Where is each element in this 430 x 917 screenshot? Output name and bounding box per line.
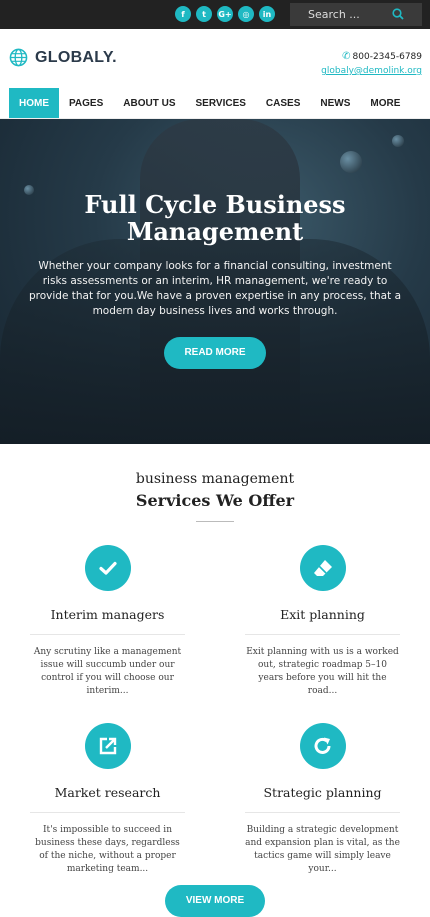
phone-number[interactable]: 800-2345-6789 xyxy=(353,52,422,62)
linkedin-icon[interactable]: in xyxy=(259,6,275,22)
view-more-button[interactable]: VIEW MORE xyxy=(165,885,265,917)
service-icon-circle[interactable] xyxy=(299,545,346,591)
service-card: Strategic planning Building a strategic … xyxy=(215,723,430,901)
service-card: Exit planning Exit planning with us is a… xyxy=(215,545,430,723)
phone-icon: ✆ xyxy=(342,51,351,62)
nav-news[interactable]: NEWS xyxy=(310,88,360,118)
nav-services[interactable]: SERVICES xyxy=(186,88,256,118)
service-divider xyxy=(30,634,185,635)
external-link-icon xyxy=(99,737,116,755)
service-card: Interim managers Any scrutiny like a man… xyxy=(0,545,215,723)
contact-info: ✆ 800-2345-6789 globaly@demolink.org xyxy=(321,51,422,76)
services-subtitle: business management xyxy=(135,471,295,487)
main-nav: HOME PAGES ABOUT US SERVICES CASES NEWS … xyxy=(0,88,430,119)
email-link[interactable]: globaly@demolink.org xyxy=(321,66,422,76)
service-divider xyxy=(245,634,400,635)
google-plus-icon[interactable]: G+ xyxy=(217,6,233,22)
nav-home[interactable]: HOME xyxy=(9,88,59,118)
service-divider xyxy=(245,812,400,813)
top-bar: f t G+ ◎ in xyxy=(0,0,430,29)
service-text: Any scrutiny like a management issue wil… xyxy=(33,647,182,696)
service-text: It's impossible to succeed in business t… xyxy=(35,825,180,874)
service-title[interactable]: Strategic planning xyxy=(245,785,400,800)
service-icon-circle[interactable] xyxy=(84,545,131,591)
title-divider xyxy=(196,521,234,522)
service-icon-circle[interactable] xyxy=(84,723,131,769)
hero-banner: Full Cycle Business Management Whether y… xyxy=(0,119,430,444)
services-section: business management Services We Offer In… xyxy=(0,444,430,901)
logo[interactable]: GLOBALY. xyxy=(9,48,117,67)
decor-sphere xyxy=(340,151,362,173)
service-text: Building a strategic development and exp… xyxy=(245,825,400,874)
search-box xyxy=(290,3,422,26)
read-more-button[interactable]: READ MORE xyxy=(164,337,266,369)
service-title[interactable]: Exit planning xyxy=(245,607,400,622)
facebook-icon[interactable]: f xyxy=(175,6,191,22)
search-icon[interactable] xyxy=(392,8,404,20)
service-divider xyxy=(30,812,185,813)
service-title[interactable]: Interim managers xyxy=(30,607,185,622)
checkmark-icon xyxy=(98,561,117,575)
search-input[interactable] xyxy=(290,8,390,21)
nav-cases[interactable]: CASES xyxy=(256,88,310,118)
nav-more[interactable]: MORE xyxy=(360,88,410,118)
pinterest-icon[interactable]: ◎ xyxy=(238,6,254,22)
service-title[interactable]: Market research xyxy=(30,785,185,800)
phone-line: ✆ 800-2345-6789 xyxy=(321,51,422,62)
refresh-icon xyxy=(314,737,330,754)
services-grid: Interim managers Any scrutiny like a man… xyxy=(0,545,430,901)
nav-about-us[interactable]: ABOUT US xyxy=(113,88,185,118)
service-card: Market research It's impossible to succe… xyxy=(0,723,215,901)
brand-name: GLOBALY. xyxy=(35,48,117,66)
hero-title: Full Cycle Business Management xyxy=(84,190,346,246)
site-header: GLOBALY. ✆ 800-2345-6789 globaly@demolin… xyxy=(0,29,430,88)
globe-icon xyxy=(9,48,28,67)
service-icon-circle[interactable] xyxy=(299,723,346,769)
hero-text: Whether your company looks for a financi… xyxy=(28,260,402,317)
eraser-icon xyxy=(313,560,332,576)
hero-content: Full Cycle Business Management Whether y… xyxy=(0,191,430,369)
social-links: f t G+ ◎ in xyxy=(175,6,275,22)
twitter-icon[interactable]: t xyxy=(196,6,212,22)
service-text: Exit planning with us is a worked out, s… xyxy=(246,647,399,696)
nav-pages[interactable]: PAGES xyxy=(59,88,113,118)
decor-sphere xyxy=(392,135,404,147)
services-title: Services We Offer xyxy=(135,491,295,510)
